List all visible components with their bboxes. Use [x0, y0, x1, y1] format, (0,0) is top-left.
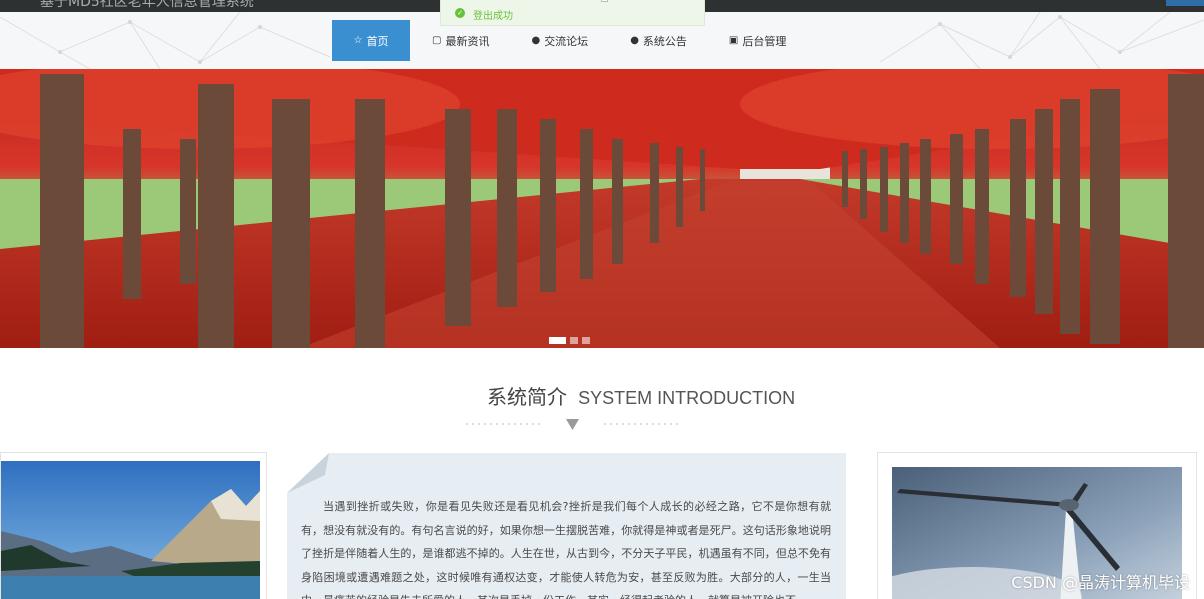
section-title: 系统简介 SYSTEM INTRODUCTION [487, 381, 795, 410]
bag-icon: ▢ [432, 35, 442, 46]
check-circle-icon: ✓ [455, 8, 465, 18]
section-divider [466, 419, 680, 430]
main-nav: ☆ 首页 ▢ 最新资讯 ● 交流论坛 ● 系统公告 ▣ 后台管理 [332, 20, 786, 61]
banner-carousel[interactable] [0, 69, 1204, 348]
nav-notice-label: 系统公告 [642, 34, 687, 48]
app-title: 基于MD5社区老年人信息管理系统 [40, 0, 254, 10]
gift-icon: ▣ [728, 35, 739, 46]
toast-message: 登出成功 [473, 11, 513, 22]
intro-image-card-left [0, 452, 267, 599]
nav-news-label: 最新资讯 [445, 34, 490, 48]
question-circle-icon: ● [630, 35, 639, 46]
mountain-lake-image [1, 461, 260, 599]
nav-news[interactable]: ▢ 最新资讯 [432, 20, 489, 61]
page-fold-icon [287, 453, 329, 493]
nav-forum-label: 交流论坛 [544, 34, 589, 48]
section-title-en: SYSTEM INTRODUCTION [578, 388, 796, 408]
nav-admin-label: 后台管理 [742, 34, 787, 48]
star-icon: ☆ [353, 35, 363, 46]
carousel-dot-1[interactable] [549, 337, 566, 344]
watermark: CSDN @晶涛计算机毕设 [1011, 573, 1190, 592]
nav-home[interactable]: ☆ 首页 [332, 20, 410, 61]
nav-notice[interactable]: ● 系统公告 [630, 20, 687, 61]
red-maple-avenue-image [0, 69, 1204, 348]
chevron-down-icon [566, 419, 579, 430]
intro-content-panel: 当遇到挫折或失败，你是看见失败还是看见机会?挫折是我们每个人成长的必经之路，它不… [287, 453, 846, 599]
info-circle-icon: ● [531, 35, 541, 46]
carousel-dot-2[interactable] [570, 337, 578, 344]
section-title-cn: 系统简介 [487, 385, 567, 409]
carousel-dot-3[interactable] [582, 337, 590, 344]
nav-home-label: 首页 [366, 34, 389, 48]
intro-text: 当遇到挫折或失败，你是看见失败还是看见机会?挫折是我们每个人成长的必经之路，它不… [301, 500, 831, 599]
logout-toast: ✓ 登出成功 [440, 0, 705, 26]
nav-forum[interactable]: ● 交流论坛 [531, 20, 588, 61]
top-right-button[interactable] [1166, 0, 1204, 6]
nav-admin[interactable]: ▣ 后台管理 [729, 20, 786, 61]
carousel-indicators [549, 337, 590, 344]
toast-handle[interactable] [601, 0, 608, 2]
